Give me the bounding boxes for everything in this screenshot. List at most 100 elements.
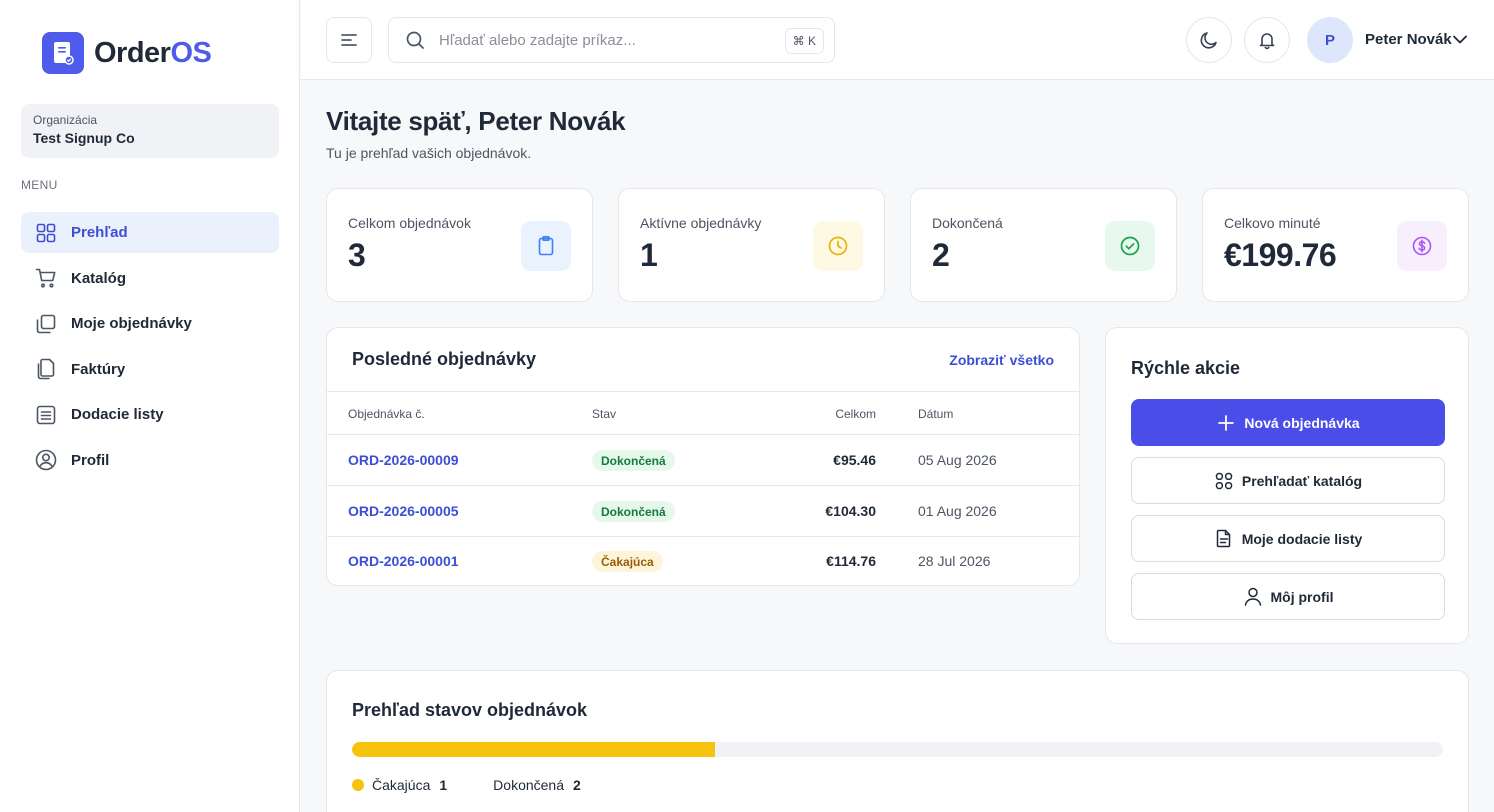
moon-icon (1200, 32, 1217, 49)
organization-card[interactable]: Organizácia Test Signup Co (21, 104, 279, 158)
stat-card-total-spent[interactable]: Celkovo minuté €199.76 (1202, 188, 1469, 302)
search-input[interactable] (439, 31, 769, 49)
stat-card-active-orders[interactable]: Aktívne objednávky 1 (618, 188, 885, 302)
copy-icon (35, 313, 57, 335)
theme-toggle-button[interactable] (1186, 17, 1232, 63)
status-overview-title: Prehľad stavov objednávok (352, 700, 588, 720)
user-name[interactable]: Peter Novák (1365, 31, 1452, 48)
plus-icon (1216, 413, 1236, 433)
legend-item-pending: Čakajúca 1 (352, 777, 447, 793)
menu-lines-icon (341, 34, 357, 46)
sidebar-item-invoices[interactable]: Faktúry (21, 349, 279, 390)
search-icon (406, 31, 424, 49)
legend-label: Čakajúca (372, 777, 431, 793)
quick-actions-title: Rýchle akcie (1131, 358, 1241, 378)
organization-name: Test Signup Co (33, 130, 135, 146)
order-total: €95.46 (833, 452, 876, 468)
browse-catalog-button[interactable]: Prehľadať katalóg (1131, 457, 1445, 504)
sidebar-item-label: Dodacie listy (71, 406, 164, 424)
column-header-total: Celkom (835, 407, 876, 421)
recent-orders-title: Posledné objednávky (352, 349, 537, 369)
app-logo[interactable]: OrderOS (42, 32, 212, 74)
user-circle-icon (35, 449, 57, 471)
legend-dot (352, 779, 364, 791)
check-circle-icon (1105, 221, 1155, 271)
button-label: Moje dodacie listy (1241, 530, 1363, 547)
my-profile-button[interactable]: Môj profil (1131, 573, 1445, 620)
column-header-number: Objednávka č. (348, 407, 425, 421)
table-header: Objednávka č. Stav Celkom Dátum (327, 391, 1079, 435)
menu-toggle-button[interactable] (326, 17, 372, 63)
legend-count: 2 (573, 777, 581, 793)
quick-actions-card: Rýchle akcie Nová objednávka Prehľadať k… (1105, 327, 1469, 644)
top-header: ⌘ K P Peter Novák (301, 0, 1494, 80)
column-header-status: Stav (592, 407, 617, 421)
chevron-down-icon[interactable] (1451, 30, 1469, 48)
new-order-button[interactable]: Nová objednávka (1131, 399, 1445, 446)
clipboard-icon (521, 221, 571, 271)
stat-card-total-orders[interactable]: Celkom objednávok 3 (326, 188, 593, 302)
document-icon (1214, 529, 1234, 549)
order-status-overview-card: Prehľad stavov objednávok Čakajúca 1 Dok… (326, 670, 1469, 812)
button-label: Prehľadať katalóg (1241, 472, 1363, 489)
column-header-date: Dátum (918, 407, 954, 421)
app-name: OrderOS (94, 36, 212, 69)
user-icon (1243, 587, 1263, 607)
page-subtitle: Tu je prehľad vašich objednávok. (326, 145, 532, 161)
order-total: €114.76 (826, 553, 876, 569)
sidebar-item-label: Moje objednávky (71, 315, 192, 333)
status-badge: Čakajúca (592, 551, 663, 572)
my-delivery-notes-button[interactable]: Moje dodacie listy (1131, 515, 1445, 562)
organization-label: Organizácia (33, 113, 98, 127)
sidebar-item-label: Faktúry (71, 360, 126, 378)
legend-count: 1 (439, 777, 448, 793)
search-shortcut-badge: ⌘ K (784, 28, 824, 54)
grid-icon (35, 222, 57, 244)
view-all-link[interactable]: Zobraziť všetko (949, 352, 1054, 368)
sidebar-item-catalog[interactable]: Katalóg (21, 258, 279, 299)
dollar-icon (1397, 221, 1447, 271)
button-label: Môj profil (1270, 588, 1334, 605)
logo-document-icon (42, 32, 84, 74)
table-row[interactable]: ORD-2026-00009 Dokončená €95.46 05 Aug 2… (327, 435, 1079, 486)
clock-icon (813, 221, 863, 271)
stat-card-completed[interactable]: Dokončená 2 (910, 188, 1177, 302)
order-date: 01 Aug 2026 (918, 503, 997, 519)
order-date: 28 Jul 2026 (918, 553, 991, 569)
page-title: Vitajte späť, Peter Novák (326, 106, 626, 136)
order-number-link[interactable]: ORD-2026-00005 (348, 503, 459, 519)
search-bar[interactable]: ⌘ K (388, 17, 835, 63)
button-label: Nová objednávka (1244, 414, 1360, 431)
documents-icon (35, 358, 57, 380)
cart-icon (35, 267, 57, 289)
sidebar-item-label: Profil (71, 451, 110, 469)
status-progress-bar (352, 742, 1443, 757)
sidebar-item-label: Prehľad (71, 224, 128, 241)
sidebar: OrderOS Organizácia Test Signup Co MENU … (0, 0, 300, 812)
sidebar-item-my-orders[interactable]: Moje objednávky (21, 303, 279, 344)
sidebar-nav: Prehľad Katalóg Moje objednávky Faktúry … (21, 212, 279, 486)
sidebar-item-profile[interactable]: Profil (21, 440, 279, 481)
legend-label: Dokončená (493, 777, 564, 793)
status-badge: Dokončená (592, 501, 675, 522)
grid-icon (1214, 471, 1234, 491)
sidebar-item-delivery-notes[interactable]: Dodacie listy (21, 394, 279, 435)
bell-icon (1259, 33, 1275, 50)
list-icon (35, 404, 57, 426)
table-row[interactable]: ORD-2026-00005 Dokončená €104.30 01 Aug … (327, 486, 1079, 537)
sidebar-item-label: Katalóg (71, 269, 127, 287)
order-total: €104.30 (825, 503, 876, 519)
order-number-link[interactable]: ORD-2026-00001 (348, 553, 459, 569)
recent-orders-card: Posledné objednávky Zobraziť všetko Obje… (326, 327, 1080, 586)
status-legend: Čakajúca 1 Dokončená 2 (352, 777, 627, 793)
status-progress-pending-segment (352, 742, 716, 757)
sidebar-item-overview[interactable]: Prehľad (21, 212, 279, 253)
legend-item-completed: Dokončená 2 (493, 777, 581, 793)
menu-section-label: MENU (21, 178, 58, 192)
user-avatar[interactable]: P (1307, 17, 1353, 63)
table-row[interactable]: ORD-2026-00001 Čakajúca €114.76 28 Jul 2… (327, 536, 1079, 585)
notifications-button[interactable] (1244, 17, 1290, 63)
order-date: 05 Aug 2026 (918, 452, 997, 468)
status-badge: Dokončená (592, 450, 675, 471)
order-number-link[interactable]: ORD-2026-00009 (348, 452, 459, 468)
